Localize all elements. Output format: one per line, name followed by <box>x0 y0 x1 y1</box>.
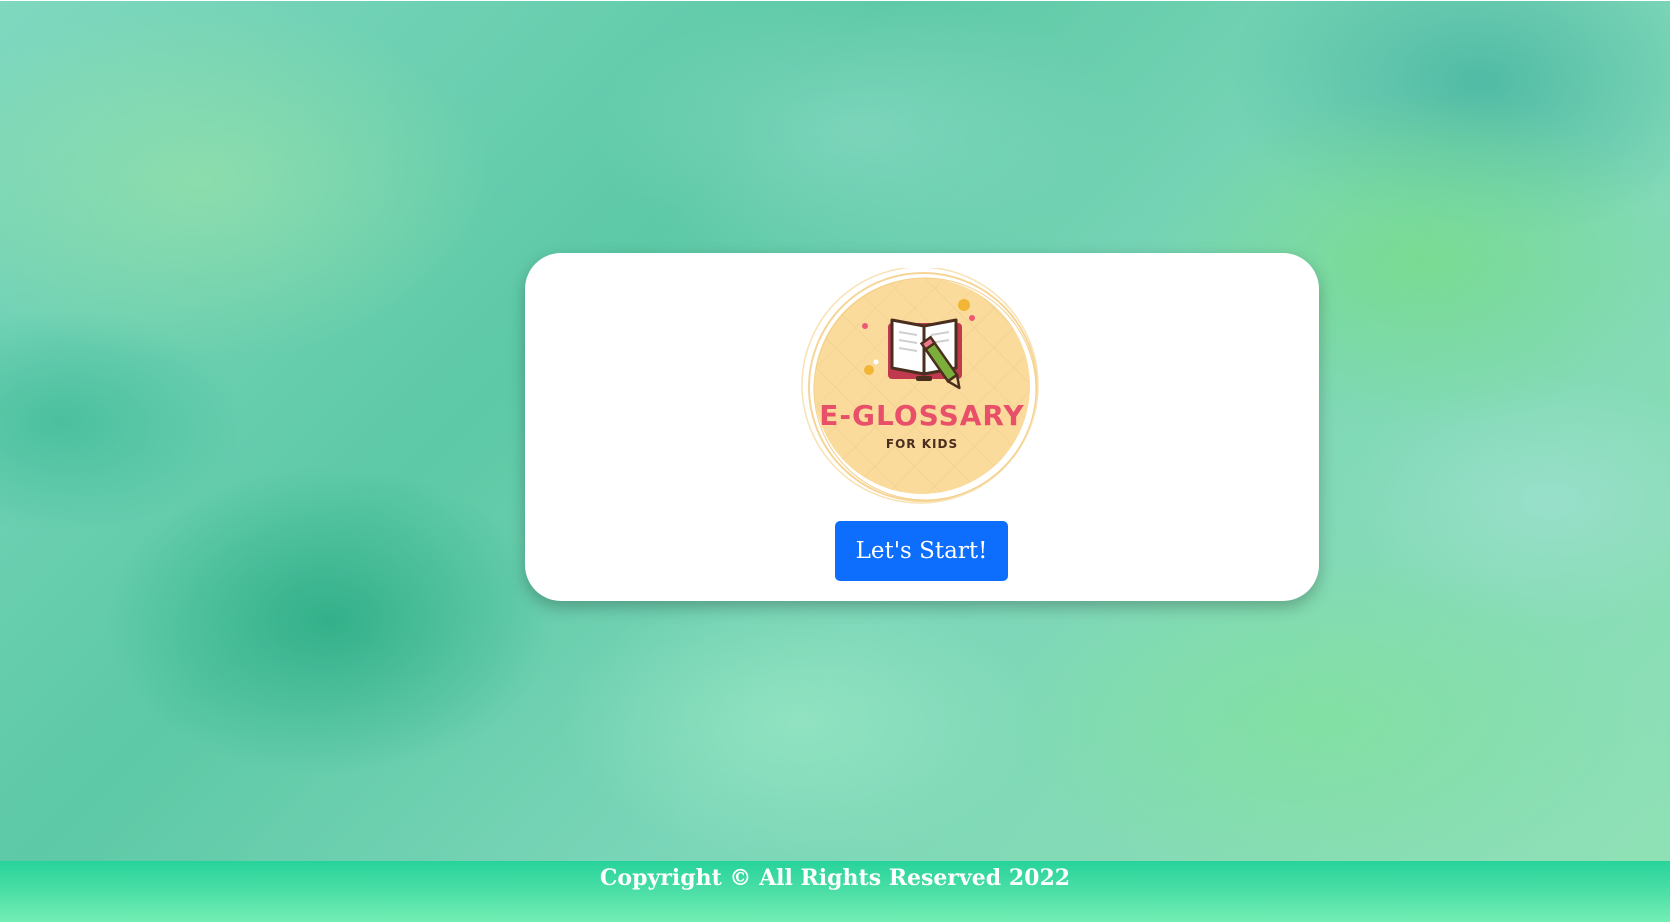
logo-title: E-GLOSSARY <box>819 399 1024 432</box>
copyright-text: Copyright © All Rights Reserved 2022 <box>599 865 1071 891</box>
logo-subtitle: FOR KIDS <box>886 437 958 451</box>
footer: Copyright © All Rights Reserved 2022 <box>0 861 1670 922</box>
start-button[interactable]: Let's Start! <box>835 521 1008 581</box>
e-glossary-logo: E-GLOSSARY FOR KIDS <box>796 268 1048 508</box>
welcome-card: E-GLOSSARY FOR KIDS Let's Start! <box>525 253 1319 601</box>
